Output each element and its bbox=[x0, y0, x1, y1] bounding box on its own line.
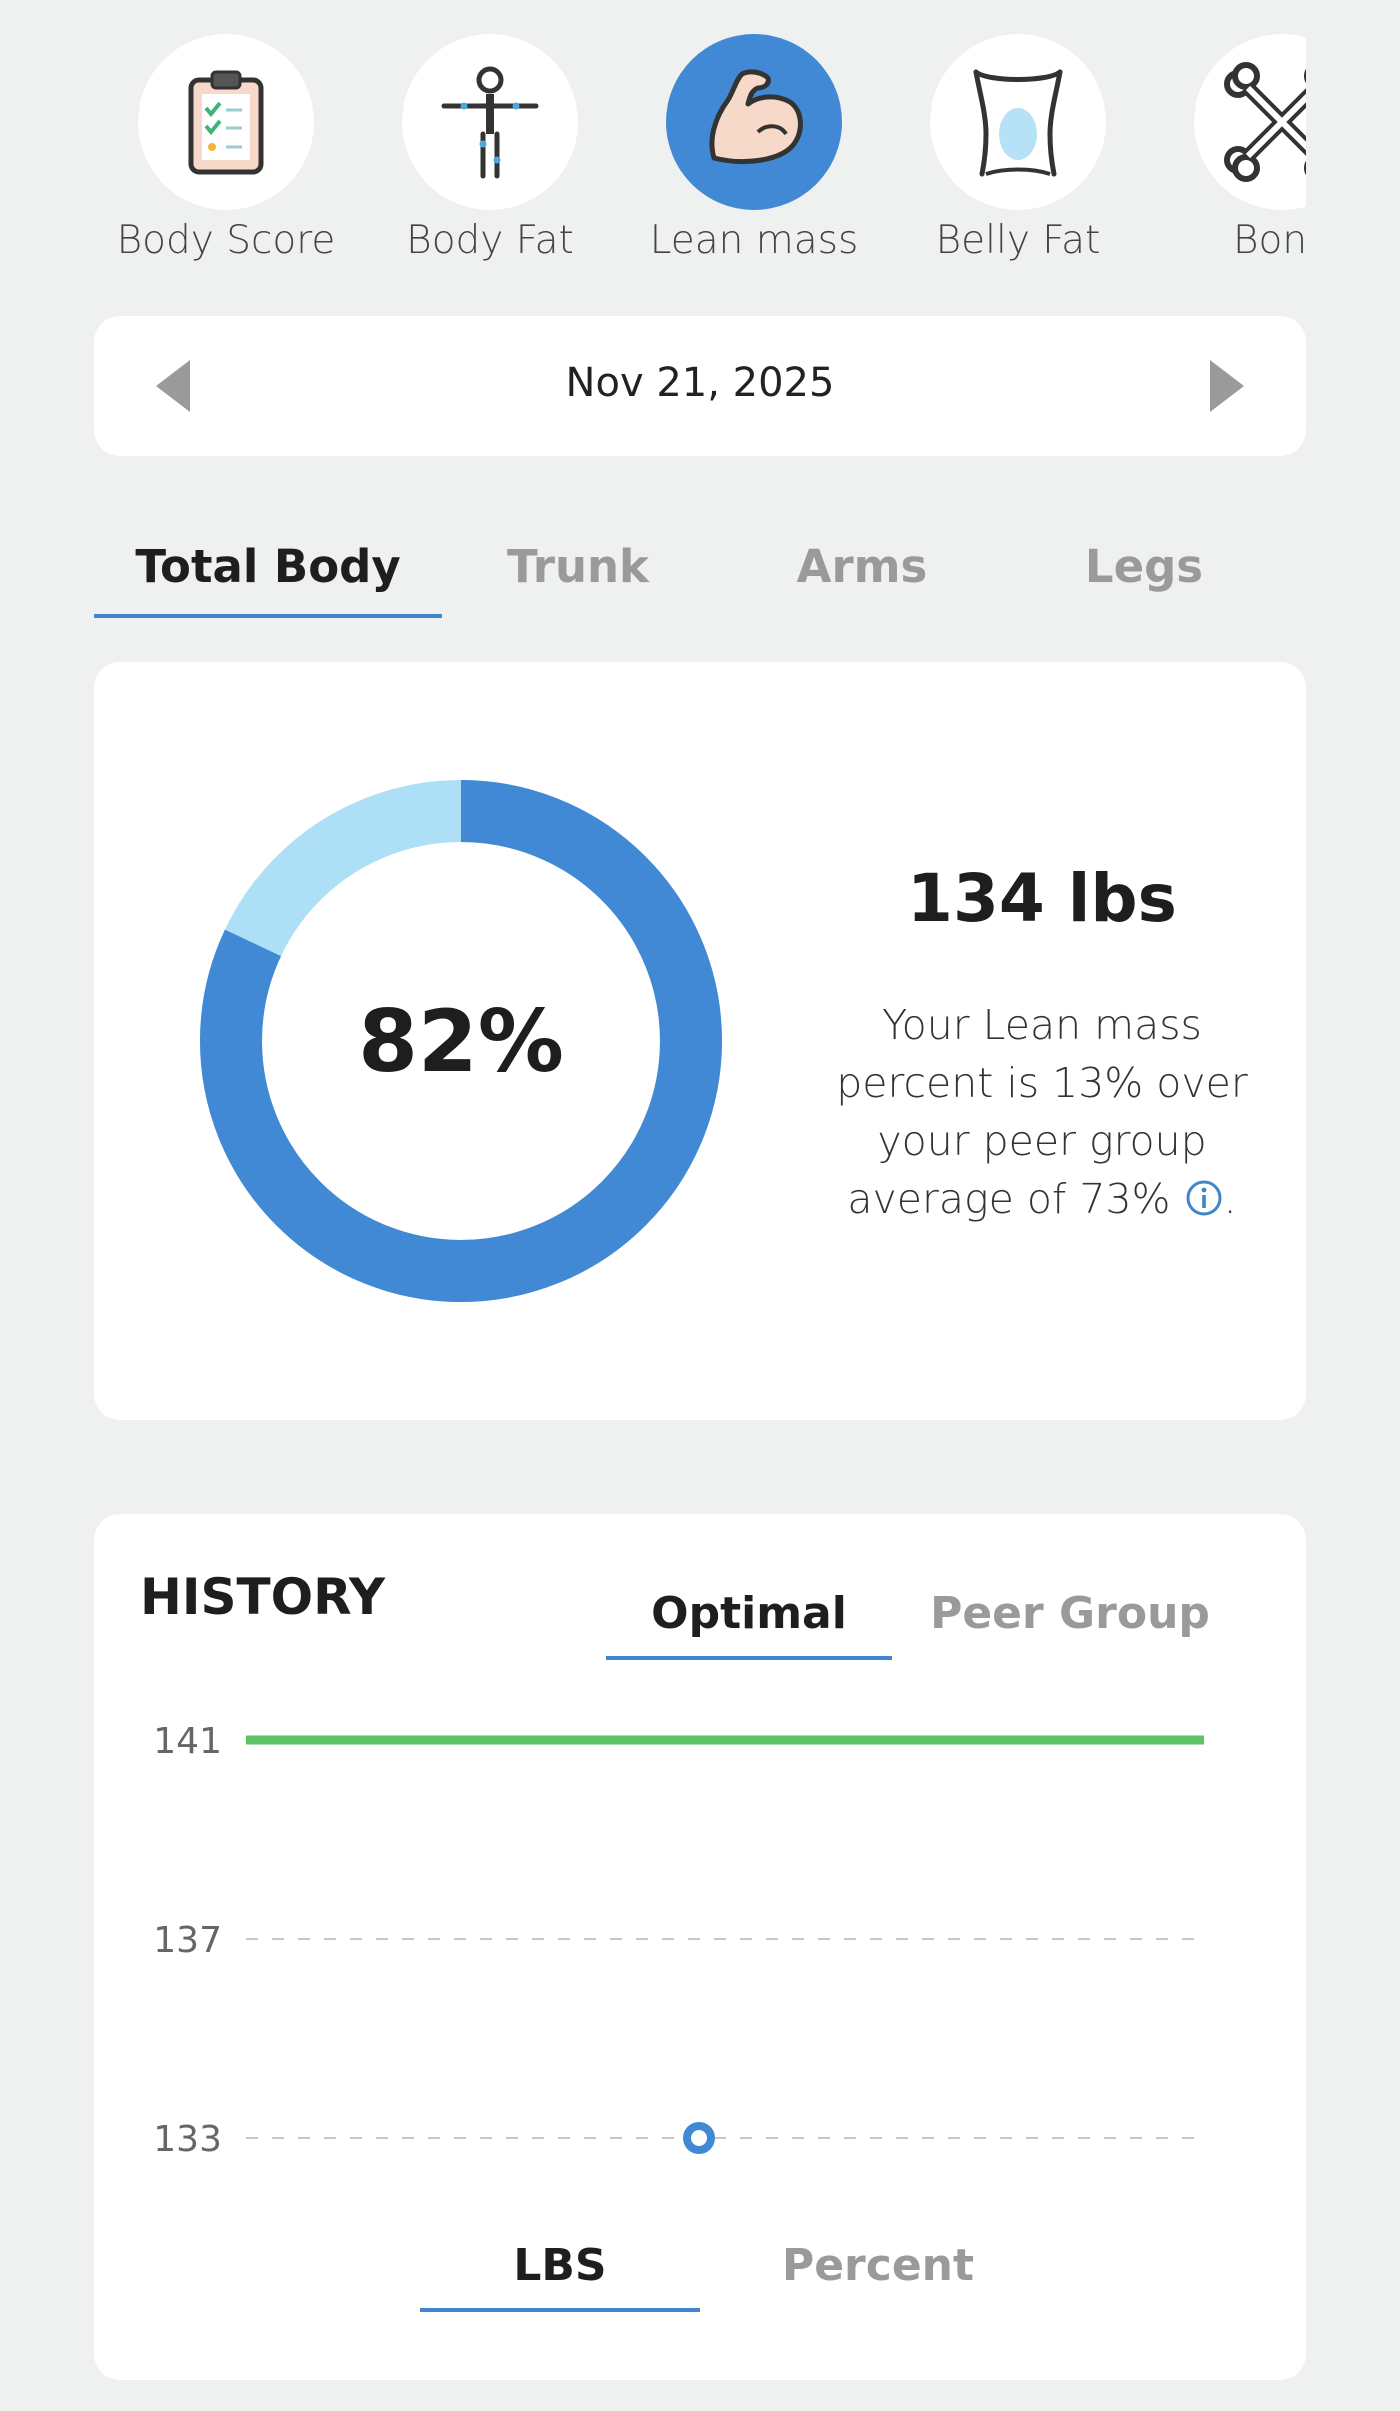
y-tick-label: 137 bbox=[153, 1920, 222, 1961]
history-line-chart: 141 137 133 bbox=[153, 1721, 1204, 2160]
crossed-bones-icon bbox=[1224, 62, 1306, 182]
info-icon[interactable] bbox=[1184, 1178, 1224, 1218]
tab-arms[interactable]: Arms bbox=[762, 530, 962, 618]
tab-peer-group[interactable]: Peer Group bbox=[920, 1570, 1220, 1660]
metric-selector: Body Score Body Fat Lean mass Belly Fat … bbox=[94, 34, 1306, 274]
lean-mass-percent: 82% bbox=[358, 992, 564, 1092]
history-card: HISTORY Optimal Peer Group 141 137 133 LBS… bbox=[94, 1514, 1306, 2380]
unit-tab-percent[interactable]: Percent bbox=[728, 2226, 1028, 2312]
y-tick-label: 133 bbox=[153, 2119, 222, 2160]
date-navigator: Nov 21, 2025 bbox=[94, 316, 1306, 456]
tab-optimal[interactable]: Optimal bbox=[606, 1570, 892, 1660]
sentence-end: . bbox=[1223, 1175, 1237, 1223]
metric-belly-fat[interactable]: Belly Fat bbox=[886, 34, 1150, 274]
clipboard-checklist-icon bbox=[188, 70, 264, 175]
metric-body-fat[interactable]: Body Fat bbox=[358, 34, 622, 274]
body-figure-icon bbox=[441, 66, 539, 179]
y-tick-label: 141 bbox=[153, 1721, 222, 1762]
metric-lean-mass[interactable]: Lean mass bbox=[622, 34, 886, 274]
measurement-point[interactable] bbox=[683, 2122, 715, 2154]
metric-label: Belly Fat bbox=[935, 218, 1101, 263]
metric-label: Bone bbox=[1232, 218, 1306, 263]
lean-mass-weight: 134 lbs bbox=[907, 860, 1177, 937]
peer-comparison-text: Your Lean mass percent is 13% over your … bbox=[818, 996, 1266, 1228]
flexed-arm-icon bbox=[709, 69, 803, 165]
chevron-right-icon[interactable] bbox=[1200, 358, 1256, 414]
history-title: HISTORY bbox=[140, 1568, 386, 1626]
metric-label: Body Score bbox=[116, 218, 336, 263]
metric-label: Lean mass bbox=[649, 218, 859, 263]
metric-bone[interactable]: Bone bbox=[1150, 34, 1306, 274]
selected-date: Nov 21, 2025 bbox=[565, 360, 835, 406]
unit-tab-lbs[interactable]: LBS bbox=[420, 2226, 700, 2312]
metric-label: Body Fat bbox=[406, 218, 574, 263]
torso-icon bbox=[973, 69, 1063, 177]
tab-legs[interactable]: Legs bbox=[1044, 530, 1244, 618]
tab-total-body[interactable]: Total Body bbox=[94, 530, 442, 618]
tab-trunk[interactable]: Trunk bbox=[478, 530, 678, 618]
metric-body-score[interactable]: Body Score bbox=[94, 34, 358, 274]
region-tabs: Total Body Trunk Arms Legs bbox=[94, 530, 1306, 618]
lean-mass-summary-card: 82% 134 lbs Your Lean mass percent is 13… bbox=[94, 662, 1306, 1420]
